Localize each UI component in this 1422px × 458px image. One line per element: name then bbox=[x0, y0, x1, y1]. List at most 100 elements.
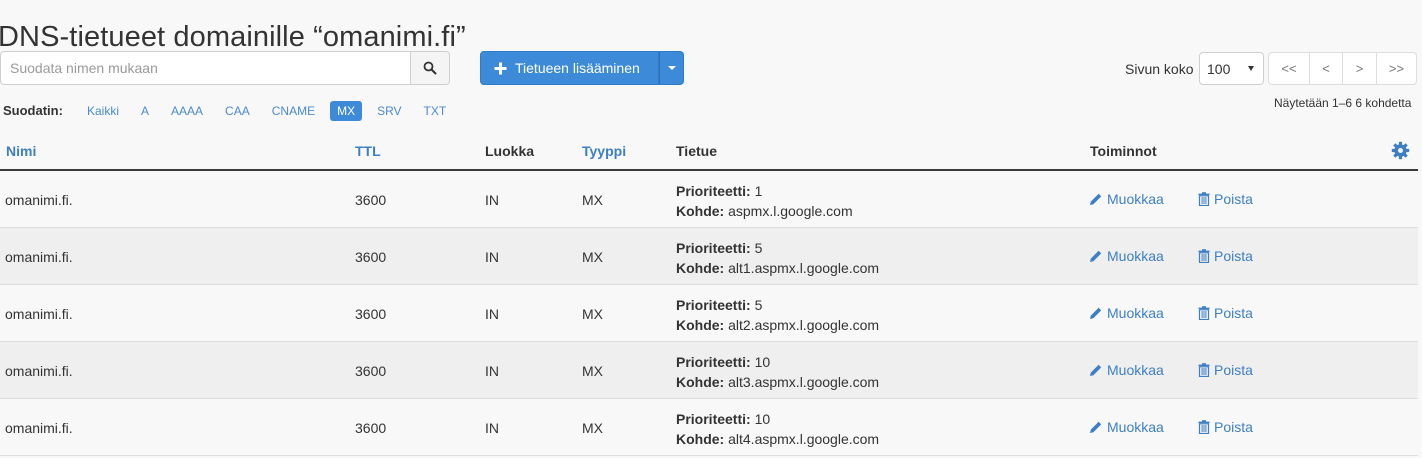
record-priority: 10 bbox=[754, 411, 771, 427]
trash-icon bbox=[1198, 420, 1210, 434]
record-priority: 1 bbox=[754, 183, 763, 199]
edit-label: Muokkaa bbox=[1107, 248, 1164, 264]
trash-icon bbox=[1198, 306, 1210, 320]
target-label: Kohde: bbox=[676, 260, 725, 276]
add-record-button[interactable]: Tietueen lisääminen bbox=[480, 51, 659, 85]
pencil-icon bbox=[1090, 250, 1102, 262]
delete-button[interactable]: Poista bbox=[1198, 305, 1253, 321]
add-record-label: Tietueen lisääminen bbox=[515, 60, 640, 76]
record-name: omanimi.fi. bbox=[5, 363, 73, 379]
record-type: MX bbox=[582, 420, 603, 436]
edit-button[interactable]: Muokkaa bbox=[1089, 305, 1164, 321]
record-class: IN bbox=[485, 420, 499, 436]
filter-srv[interactable]: SRV bbox=[370, 101, 408, 121]
first-page-button[interactable]: << bbox=[1268, 52, 1310, 85]
column-header-actions: Toiminnot bbox=[1090, 143, 1157, 159]
chevron-down-icon bbox=[667, 66, 676, 70]
filter-caa[interactable]: CAA bbox=[218, 101, 257, 121]
record-value: Prioriteetti: 5 Kohde: alt2.aspmx.l.goog… bbox=[676, 295, 879, 335]
record-type: MX bbox=[582, 363, 603, 379]
search-input[interactable] bbox=[0, 51, 411, 85]
record-value: Prioriteetti: 10 Kohde: alt4.aspmx.l.goo… bbox=[676, 409, 879, 449]
delete-label: Poista bbox=[1214, 419, 1253, 435]
pencil-icon bbox=[1090, 307, 1102, 319]
filter-all[interactable]: Kaikki bbox=[80, 101, 126, 121]
filter-label: Suodatin: bbox=[3, 103, 63, 118]
pencil-icon bbox=[1090, 364, 1102, 376]
select-arrow-icon bbox=[1248, 66, 1254, 71]
edit-button[interactable]: Muokkaa bbox=[1089, 362, 1164, 378]
delete-button[interactable]: Poista bbox=[1198, 419, 1253, 435]
target-label: Kohde: bbox=[676, 431, 725, 447]
page-title: DNS-tietueet domainille “omanimi.fi” bbox=[0, 21, 466, 54]
gear-icon[interactable] bbox=[1391, 141, 1410, 160]
column-header-type[interactable]: Tyyppi bbox=[582, 143, 626, 159]
search-button[interactable] bbox=[410, 51, 450, 85]
page-size-label: Sivun koko bbox=[1125, 61, 1194, 77]
filter-a[interactable]: A bbox=[134, 101, 156, 121]
filter-txt[interactable]: TXT bbox=[417, 101, 454, 121]
record-class: IN bbox=[485, 363, 499, 379]
delete-button[interactable]: Poista bbox=[1198, 191, 1253, 207]
last-page-button[interactable]: >> bbox=[1376, 52, 1417, 85]
record-ttl: 3600 bbox=[355, 192, 387, 208]
delete-button[interactable]: Poista bbox=[1198, 248, 1253, 264]
prev-page-button[interactable]: < bbox=[1309, 52, 1343, 85]
table-row: omanimi.fi. 3600 IN MX Prioriteetti: 10 … bbox=[0, 399, 1418, 456]
priority-label: Prioriteetti: bbox=[676, 297, 751, 313]
column-header-ttl[interactable]: TTL bbox=[355, 143, 381, 159]
record-class: IN bbox=[485, 249, 499, 265]
pencil-icon bbox=[1090, 421, 1102, 433]
edit-label: Muokkaa bbox=[1107, 419, 1164, 435]
record-ttl: 3600 bbox=[355, 420, 387, 436]
table-row: omanimi.fi. 3600 IN MX Prioriteetti: 5 K… bbox=[0, 228, 1418, 285]
page-size-value: 100 bbox=[1207, 60, 1231, 77]
edit-label: Muokkaa bbox=[1107, 191, 1164, 207]
pagination: << < > >> bbox=[1268, 52, 1417, 85]
column-header-name[interactable]: Nimi bbox=[6, 143, 36, 159]
table-row: omanimi.fi. 3600 IN MX Prioriteetti: 10 … bbox=[0, 342, 1418, 399]
edit-button[interactable]: Muokkaa bbox=[1089, 248, 1164, 264]
record-target: alt3.aspmx.l.google.com bbox=[728, 374, 880, 390]
record-class: IN bbox=[485, 306, 499, 322]
record-name: omanimi.fi. bbox=[5, 249, 73, 265]
record-value: Prioriteetti: 1 Kohde: aspmx.l.google.co… bbox=[676, 181, 853, 221]
search-icon bbox=[423, 61, 437, 75]
record-value: Prioriteetti: 5 Kohde: alt1.aspmx.l.goog… bbox=[676, 238, 879, 278]
add-record-group: Tietueen lisääminen bbox=[480, 51, 684, 85]
search-group bbox=[0, 51, 450, 85]
record-target: alt2.aspmx.l.google.com bbox=[728, 317, 880, 333]
results-count: Näytetään 1–6 6 kohdetta bbox=[1274, 96, 1412, 110]
record-priority: 10 bbox=[754, 354, 771, 370]
table-row: omanimi.fi. 3600 IN MX Prioriteetti: 5 K… bbox=[0, 285, 1418, 342]
delete-label: Poista bbox=[1214, 248, 1253, 264]
filter-mx[interactable]: MX bbox=[330, 101, 363, 121]
record-type: MX bbox=[582, 249, 603, 265]
record-target: alt4.aspmx.l.google.com bbox=[728, 431, 880, 447]
record-value: Prioriteetti: 10 Kohde: alt3.aspmx.l.goo… bbox=[676, 352, 879, 392]
edit-button[interactable]: Muokkaa bbox=[1089, 191, 1164, 207]
record-name: omanimi.fi. bbox=[5, 420, 73, 436]
record-priority: 5 bbox=[754, 240, 763, 256]
edit-label: Muokkaa bbox=[1107, 362, 1164, 378]
record-ttl: 3600 bbox=[355, 363, 387, 379]
next-page-button[interactable]: > bbox=[1342, 52, 1377, 85]
table-row: omanimi.fi. 3600 IN MX Prioriteetti: 1 K… bbox=[0, 171, 1418, 228]
record-type: MX bbox=[582, 306, 603, 322]
add-record-dropdown-toggle[interactable] bbox=[659, 51, 684, 85]
page-size-select[interactable]: 100 bbox=[1199, 52, 1264, 85]
edit-label: Muokkaa bbox=[1107, 305, 1164, 321]
trash-icon bbox=[1198, 363, 1210, 377]
delete-button[interactable]: Poista bbox=[1198, 362, 1253, 378]
trash-icon bbox=[1198, 249, 1210, 263]
filter-cname[interactable]: CNAME bbox=[265, 101, 322, 121]
trash-icon bbox=[1198, 192, 1210, 206]
filter-aaaa[interactable]: AAAA bbox=[164, 101, 210, 121]
plus-icon bbox=[494, 62, 507, 74]
record-name: omanimi.fi. bbox=[5, 192, 73, 208]
target-label: Kohde: bbox=[676, 317, 725, 333]
priority-label: Prioriteetti: bbox=[676, 240, 751, 256]
table-header: Nimi TTL Luokka Tyyppi Tietue Toiminnot bbox=[0, 133, 1418, 171]
edit-button[interactable]: Muokkaa bbox=[1089, 419, 1164, 435]
delete-label: Poista bbox=[1214, 362, 1253, 378]
